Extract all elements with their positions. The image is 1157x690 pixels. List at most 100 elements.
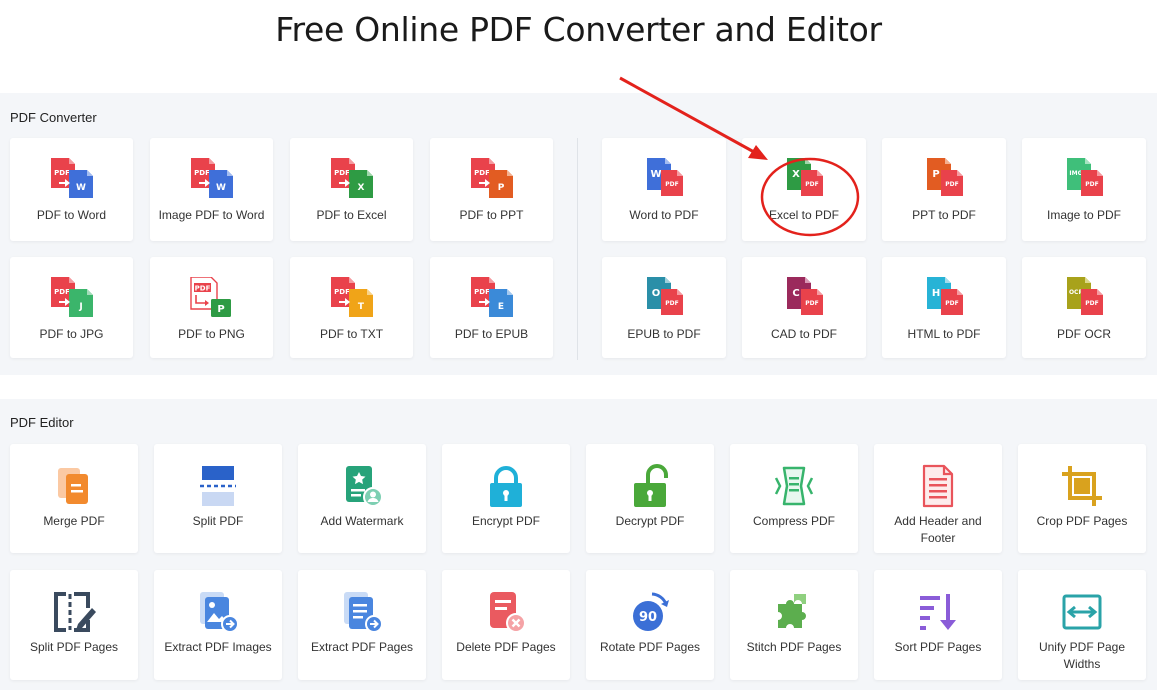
cad-to-pdf-icon: C PDF: [787, 277, 823, 315]
tool-card-add-watermark[interactable]: Add Watermark: [298, 444, 426, 553]
svg-text:PDF: PDF: [194, 169, 210, 177]
tool-card-delete-pdf-pages[interactable]: Delete PDF Pages: [442, 570, 570, 680]
tool-label: Excel to PDF: [768, 208, 840, 222]
pdf-to-word-icon: PDF W: [50, 158, 93, 198]
svg-text:PDF: PDF: [474, 288, 490, 296]
section-label-pdf-editor: PDF Editor: [10, 415, 74, 430]
tool-card-word-to-pdf[interactable]: W PDF Word to PDF: [602, 138, 726, 241]
tool-card-pdf-to-epub[interactable]: PDF E PDF to EPUB: [430, 257, 553, 358]
tool-card-ppt-to-pdf[interactable]: P PDF PPT to PDF: [882, 138, 1006, 241]
crop-icon: [1062, 466, 1102, 506]
tool-card-cad-to-pdf[interactable]: C PDF CAD to PDF: [742, 257, 866, 358]
tool-card-decrypt-pdf[interactable]: Decrypt PDF: [586, 444, 714, 553]
extract-pages-icon: [344, 592, 383, 633]
tool-label: Add Watermark: [320, 514, 404, 528]
rotate-icon: 90: [633, 592, 669, 631]
tool-label: PDF to PNG: [178, 327, 245, 341]
tool-card-split-pdf[interactable]: Split PDF: [154, 444, 282, 553]
image-pdf-to-word-icon: PDF W: [190, 158, 233, 198]
tool-card-pdf-to-png[interactable]: PDF P PDF to PNG: [150, 257, 273, 358]
tool-card-sort-pdf-pages[interactable]: Sort PDF Pages: [874, 570, 1002, 680]
section-divider: [577, 138, 578, 360]
delete-pages-icon: [490, 592, 526, 633]
puzzle-icon: [778, 594, 806, 628]
pdf-to-txt-icon: PDF T: [330, 277, 373, 317]
svg-text:PDF: PDF: [805, 300, 818, 307]
tool-card-extract-pdf-images[interactable]: Extract PDF Images: [154, 570, 282, 680]
tool-card-extract-pdf-pages[interactable]: Extract PDF Pages: [298, 570, 426, 680]
svg-text:PDF: PDF: [945, 300, 958, 307]
tool-label: Extract PDF Pages: [310, 640, 414, 654]
tool-card-pdf-to-excel[interactable]: PDF X PDF to Excel: [290, 138, 413, 241]
tool-card-pdf-to-jpg[interactable]: PDF J PDF to JPG: [10, 257, 133, 358]
ppt-to-pdf-icon: P PDF: [927, 158, 963, 196]
svg-text:PDF: PDF: [945, 181, 958, 188]
svg-text:J: J: [78, 302, 82, 312]
tool-card-compress-pdf[interactable]: Compress PDF: [730, 444, 858, 553]
extract-images-icon: [200, 592, 239, 633]
tool-card-pdf-to-word[interactable]: PDF W PDF to Word: [10, 138, 133, 241]
tool-label: Split PDF: [192, 514, 244, 528]
svg-text:PDF: PDF: [474, 169, 490, 177]
tool-label: PDF to Word: [36, 208, 107, 222]
merge-icon: [58, 468, 88, 504]
svg-text:PDF: PDF: [665, 300, 678, 307]
svg-text:X: X: [792, 169, 800, 180]
tool-card-pdf-ocr[interactable]: OCR PDF PDF OCR: [1022, 257, 1146, 358]
tool-card-image-to-pdf[interactable]: IMG PDF Image to PDF: [1022, 138, 1146, 241]
html-to-pdf-icon: H PDF: [927, 277, 963, 315]
svg-text:P: P: [932, 169, 939, 180]
tool-card-image-pdf-to-word[interactable]: PDF W Image PDF to Word: [150, 138, 273, 241]
tool-label: Merge PDF: [43, 514, 105, 528]
unify-width-icon: [1062, 594, 1102, 630]
word-to-pdf-icon: W PDF: [647, 158, 683, 196]
tool-label: Image PDF to Word: [158, 208, 265, 222]
svg-text:X: X: [357, 183, 364, 193]
split-pages-icon: [54, 592, 96, 632]
tool-label: Sort PDF Pages: [894, 640, 982, 654]
pdf-converter-section: PDF Converter PDF W PDF to Word PDF W Im…: [0, 93, 1157, 375]
tool-card-excel-to-pdf[interactable]: X PDF Excel to PDF: [742, 138, 866, 241]
pdf-to-png-icon: PDF P: [189, 277, 231, 317]
svg-text:O: O: [652, 288, 661, 299]
tool-label: Word to PDF: [629, 208, 699, 222]
svg-text:PDF: PDF: [334, 169, 350, 177]
tool-label: PDF OCR: [1057, 327, 1111, 341]
tool-label: PDF to TXT: [319, 327, 384, 341]
tool-label: Image to PDF: [1046, 208, 1122, 222]
tool-card-crop-pdf-pages[interactable]: Crop PDF Pages: [1018, 444, 1146, 553]
tool-card-add-header-and-footer[interactable]: Add Header and Footer: [874, 444, 1002, 553]
tool-card-merge-pdf[interactable]: Merge PDF: [10, 444, 138, 553]
tool-card-stitch-pdf-pages[interactable]: Stitch PDF Pages: [730, 570, 858, 680]
tool-label: Unify PDF Page Widths: [1038, 640, 1126, 671]
tool-label: PDF to JPG: [39, 327, 104, 341]
svg-text:P: P: [217, 304, 224, 315]
tool-card-split-pdf-pages[interactable]: Split PDF Pages: [10, 570, 138, 680]
unlock-icon: [634, 464, 668, 507]
tool-label: Stitch PDF Pages: [746, 640, 842, 654]
pdf-ocr-icon: OCR PDF: [1067, 277, 1103, 315]
tool-label: Add Header and Footer: [894, 514, 982, 545]
section-label-pdf-converter: PDF Converter: [10, 110, 97, 125]
compress-icon: [774, 466, 814, 506]
tool-card-encrypt-pdf[interactable]: Encrypt PDF: [442, 444, 570, 553]
svg-text:PDF: PDF: [334, 288, 350, 296]
tool-card-rotate-pdf-pages[interactable]: 90 Rotate PDF Pages: [586, 570, 714, 680]
tool-card-unify-pdf-page-widths[interactable]: Unify PDF Page Widths: [1018, 570, 1146, 680]
pdf-editor-section: PDF Editor Merge PDF Split PDF Add Water…: [0, 399, 1157, 690]
tool-card-pdf-to-ppt[interactable]: PDF P PDF to PPT: [430, 138, 553, 241]
tool-label: PDF to PPT: [459, 208, 524, 222]
tool-card-epub-to-pdf[interactable]: O PDF EPUB to PDF: [602, 257, 726, 358]
svg-text:P: P: [497, 183, 504, 193]
tool-label: EPUB to PDF: [627, 327, 701, 341]
svg-text:E: E: [497, 302, 503, 312]
svg-text:PDF: PDF: [665, 181, 678, 188]
svg-text:PDF: PDF: [194, 285, 210, 293]
tool-label: Encrypt PDF: [471, 514, 540, 528]
tool-card-pdf-to-txt[interactable]: PDF T PDF to TXT: [290, 257, 413, 358]
split-icon: [200, 466, 236, 506]
excel-to-pdf-icon: X PDF: [787, 158, 823, 196]
svg-text:IMG: IMG: [1069, 170, 1082, 177]
svg-text:T: T: [357, 302, 364, 312]
tool-card-html-to-pdf[interactable]: H PDF HTML to PDF: [882, 257, 1006, 358]
